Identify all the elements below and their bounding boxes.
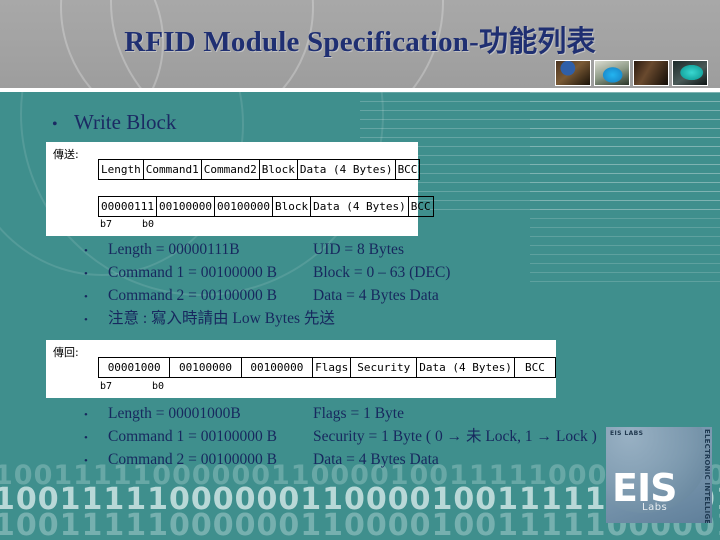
send-frame-caption: 傳送: — [53, 148, 79, 161]
bullet-dot-icon: • — [84, 268, 88, 280]
send-note-1-left: Command 1 = 00100000 B — [108, 264, 277, 281]
cell-data-value: Data (4 Bytes) — [416, 357, 515, 378]
topic-bullet-row: • Write Block — [52, 110, 176, 135]
bullet-dot-icon: • — [84, 455, 88, 467]
send-note-3-left: 注意 : 寫入時請由 Low Bytes 先送 — [108, 310, 335, 327]
slide-title: RFID Module Specification-功能列表 — [124, 26, 596, 58]
device-thumb-2-icon — [594, 60, 630, 86]
bullet-dot-icon: • — [84, 314, 88, 326]
cell-length-value: 00001000 — [97, 357, 171, 378]
list-item: • Length = 00001000B Flags = 1 Byte — [84, 403, 704, 426]
table-row: Length Command1 Command2 Block Data (4 B… — [98, 159, 421, 180]
cell-data-value: Data (4 Bytes) — [310, 196, 409, 217]
cell-command1-value: 00100000 — [155, 196, 215, 217]
cell-bcc-value: BCC — [407, 196, 434, 217]
return-frame-panel: 傳回: 00001000 00100000 00100000 Flags Sec… — [46, 340, 557, 398]
bullet-dot-icon: • — [52, 116, 58, 133]
list-item: • Length = 00000111B UID = 8 Bytes — [84, 239, 644, 262]
device-thumb-4-icon — [672, 60, 708, 86]
return-note-0-left: Length = 00001000B — [108, 405, 241, 422]
list-item: • 注意 : 寫入時請由 Low Bytes 先送 — [84, 308, 644, 331]
send-note-1-right: Block = 0 – 63 (DEC) — [313, 264, 451, 281]
table-row: 00000111 00100000 00100000 Block Data (4… — [98, 196, 434, 217]
cell-security: Security — [350, 357, 418, 378]
cell-bcc: BCC — [394, 159, 421, 180]
cell-command1: Command1 — [142, 159, 202, 180]
return-frame-caption: 傳回: — [53, 346, 79, 359]
bullet-dot-icon: • — [84, 291, 88, 303]
logo-tag-label: EIS LABS — [610, 430, 644, 437]
send-frame-bit-high-label: b7 — [100, 219, 113, 230]
cell-block: Block — [258, 159, 298, 180]
cell-length: Length — [98, 159, 144, 180]
send-frame-bit-low-label: b0 — [142, 219, 155, 230]
header-thumbnail-strip — [555, 60, 708, 86]
return-frame-bit-high-label: b7 — [100, 381, 113, 392]
list-item: • Command 2 = 00100000 B Data = 4 Bytes … — [84, 285, 644, 308]
cell-command2-value: 00100000 — [240, 357, 314, 378]
cell-command1-value: 00100000 — [169, 357, 242, 378]
cell-command2: Command2 — [200, 159, 260, 180]
send-notes-list: • Length = 00000111B UID = 8 Bytes • Com… — [84, 239, 644, 331]
device-thumb-3-icon — [633, 60, 669, 86]
return-note-1-left: Command 1 = 00100000 B — [108, 428, 277, 445]
cell-data: Data (4 Bytes) — [296, 159, 396, 180]
return-note-2-left: Command 2 = 00100000 B — [108, 451, 277, 468]
eis-logo: EIS LABS EIS Labs ELECTRONIC INTELLIGENT… — [606, 427, 712, 523]
cell-command2-value: 00100000 — [213, 196, 273, 217]
send-note-2-right: Data = 4 Bytes Data — [313, 287, 439, 304]
cell-flags: Flags — [312, 357, 352, 378]
device-thumb-1-icon — [555, 60, 591, 86]
topic-label: Write Block — [74, 110, 177, 134]
bullet-dot-icon: • — [84, 245, 88, 257]
slide-canvas: 1001111100000011000010011111000001100001… — [0, 0, 720, 540]
send-frame-panel: 傳送: Length Command1 Command2 Block Data … — [46, 142, 434, 236]
logo-sub-label: Labs — [642, 502, 668, 513]
return-frame-value-table: 00001000 00100000 00100000 Flags Securit… — [97, 357, 557, 378]
bullet-dot-icon: • — [84, 409, 88, 421]
table-row: 00001000 00100000 00100000 Flags Securit… — [97, 357, 557, 378]
cell-length-value: 00000111 — [98, 196, 157, 217]
send-note-0-left: Length = 00000111B — [108, 241, 240, 258]
logo-vertical-text: ELECTRONIC INTELLIGENT SYSTEM — [703, 429, 711, 523]
cell-block-value: Block — [271, 196, 312, 217]
cell-bcc-value: BCC — [513, 357, 557, 378]
return-note-0-right: Flags = 1 Byte — [313, 405, 404, 422]
send-frame-header-table: Length Command1 Command2 Block Data (4 B… — [98, 159, 421, 180]
send-note-2-left: Command 2 = 00100000 B — [108, 287, 277, 304]
send-note-0-right: UID = 8 Bytes — [313, 241, 404, 258]
list-item: • Command 1 = 00100000 B Block = 0 – 63 … — [84, 262, 644, 285]
send-frame-value-table: 00000111 00100000 00100000 Block Data (4… — [98, 196, 434, 217]
bullet-dot-icon: • — [84, 432, 88, 444]
return-frame-bit-low-label: b0 — [152, 381, 165, 392]
